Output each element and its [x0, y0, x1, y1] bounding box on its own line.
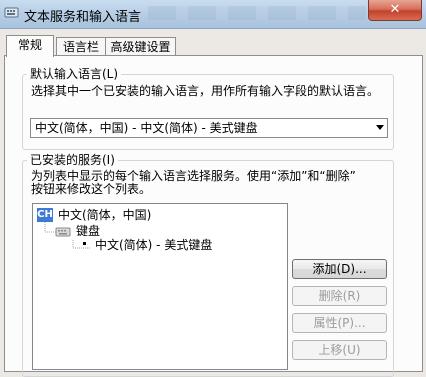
default-language-dropdown[interactable]: 中文(简体，中国) - 中文(简体) - 美式键盘 [30, 118, 388, 138]
properties-button[interactable]: 属性(P)... [292, 313, 387, 333]
window-title: 文本服务和输入语言 [24, 10, 142, 25]
title-bar-background [148, 6, 366, 20]
keyboard-icon [55, 227, 71, 237]
language-badge-icon: CH [37, 208, 53, 222]
default-language-value: 中文(简体，中国) - 中文(简体) - 美式键盘 [35, 121, 258, 135]
tab-language-bar[interactable]: 语言栏 [56, 37, 106, 56]
tree-node-keyboard[interactable]: 键盘 [76, 224, 100, 238]
close-button[interactable]: ✕ [368, 0, 422, 21]
add-button[interactable]: 添加(D)... [292, 259, 387, 279]
keyboard-globe-icon [4, 7, 19, 18]
default-language-group-title: 默认输入语言(L) [27, 67, 122, 81]
close-icon: ✕ [389, 2, 401, 17]
tree-node-keyboard-layout[interactable]: 中文(简体) - 美式键盘 [95, 238, 212, 252]
title-bar: 文本服务和输入语言 ✕ [0, 0, 426, 29]
default-language-description: 选择其中一个已安装的输入语言，用作所有输入字段的默认语言。 [31, 84, 380, 98]
tab-general[interactable]: 常规 [6, 35, 54, 57]
tab-label: 语言栏 [62, 40, 99, 54]
installed-services-description-line2: 按钮来修改这个列表。 [31, 182, 152, 196]
move-up-button[interactable]: 上移(U) [292, 340, 387, 360]
tab-advanced-key-settings[interactable]: 高级键设置 [105, 37, 176, 56]
installed-services-group-title: 已安装的服务(I) [27, 153, 118, 167]
installed-services-description-line1: 为列表中显示的每个输入语言选择服务。使用“添加”和“删除” [31, 169, 356, 183]
tree-node-language[interactable]: 中文(简体，中国) [58, 208, 151, 222]
remove-button[interactable]: 删除(R) [292, 286, 387, 306]
installed-services-tree[interactable]: CH 中文(简体，中国) 键盘 中文(简体) - 美式键盘 [32, 203, 288, 370]
bullet-icon [83, 242, 86, 245]
tab-label: 高级键设置 [110, 40, 171, 54]
tab-label: 常规 [17, 38, 42, 52]
chevron-down-icon [376, 125, 384, 130]
